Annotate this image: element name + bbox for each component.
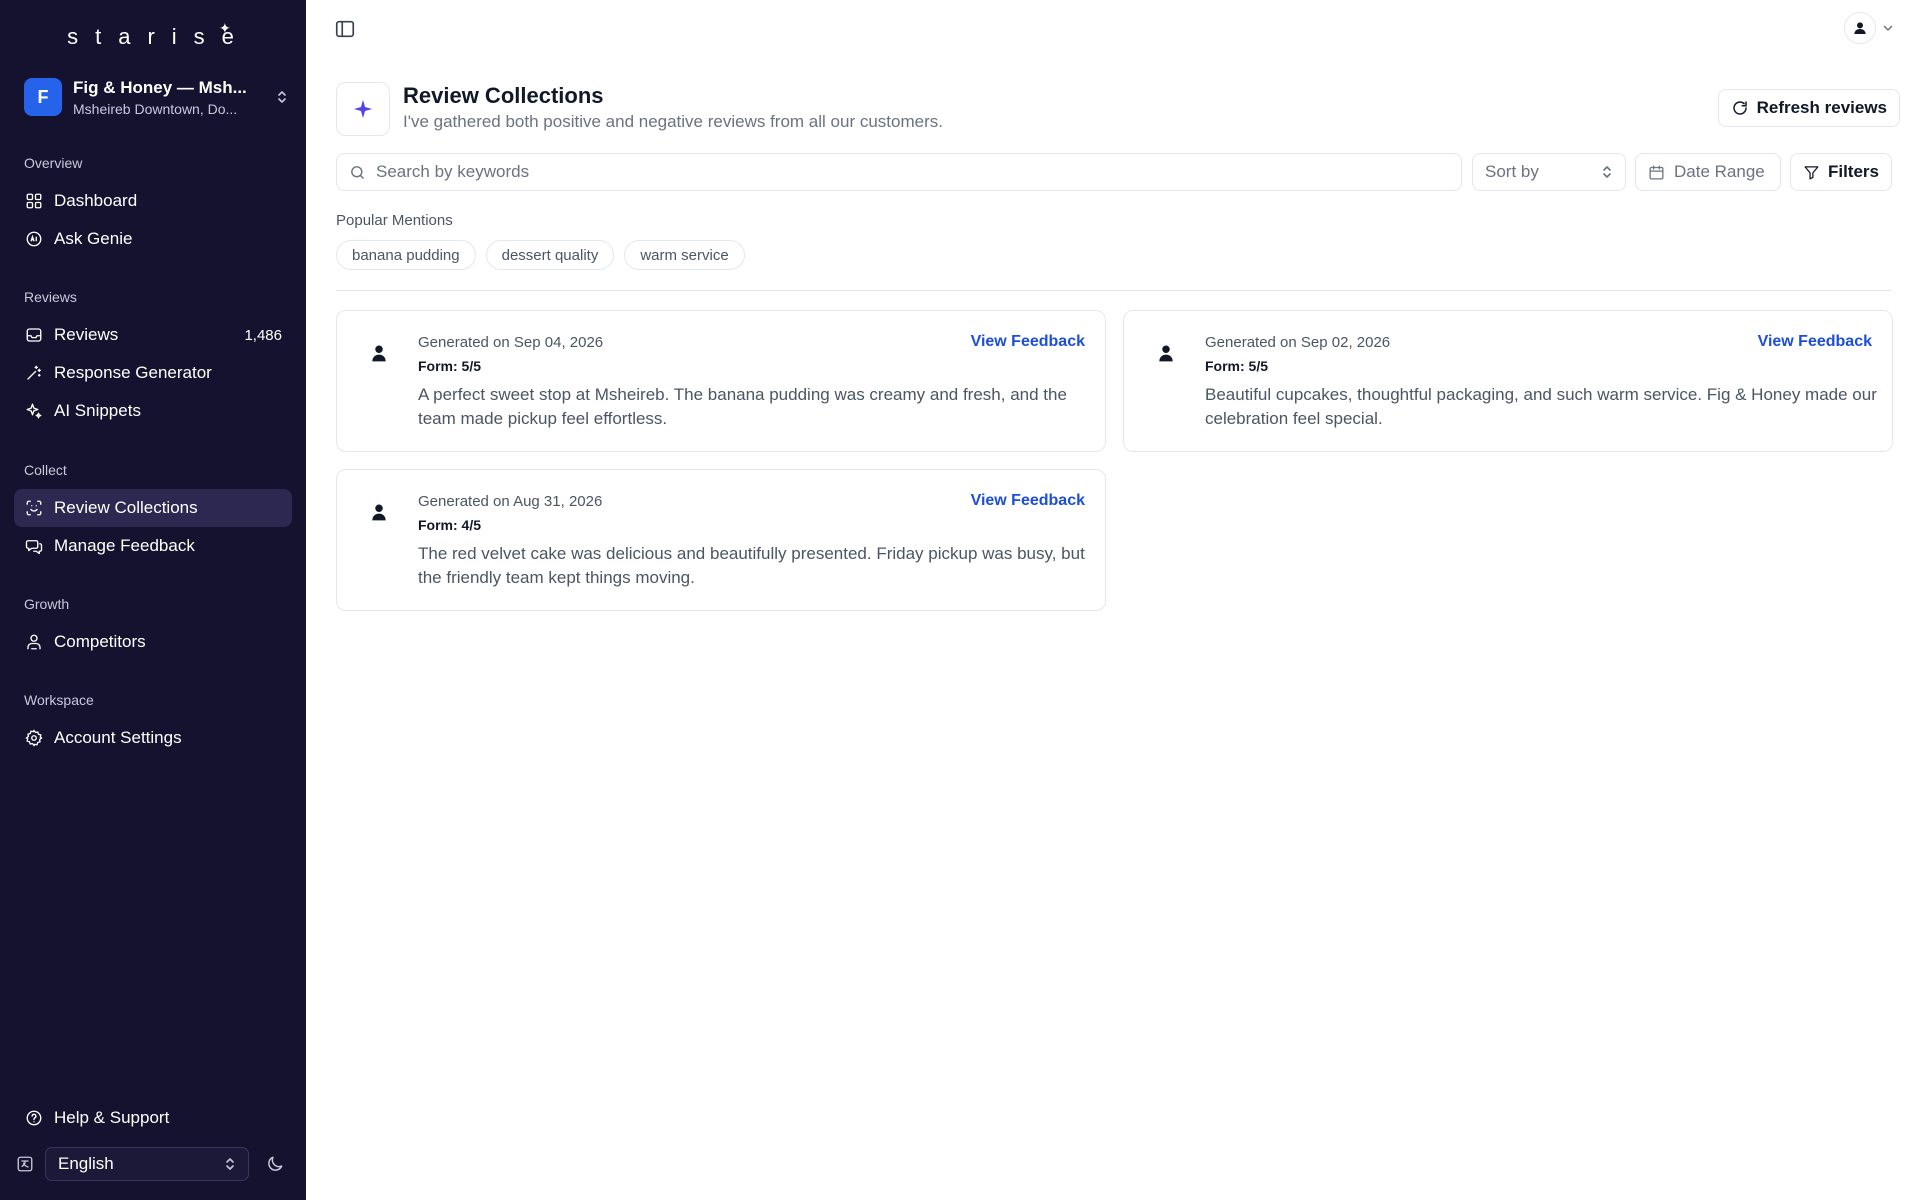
sidebar-item-label: Dashboard [54, 191, 138, 210]
view-feedback-link[interactable]: View Feedback [971, 333, 1085, 351]
feedback-card: Generated on Sep 02, 2026 Form: 5/5 Beau… [1123, 310, 1893, 452]
sidebar-item-label: Ask Genie [54, 229, 133, 248]
user-icon [372, 504, 386, 521]
gear-icon [25, 729, 43, 747]
feedback-text: The red velvet cake was delicious and be… [418, 544, 1085, 587]
brand-logo[interactable]: starise ✦ [0, 20, 306, 50]
search-icon [351, 165, 364, 179]
sparkle-icon [336, 82, 390, 136]
view-feedback-link[interactable]: View Feedback [971, 492, 1085, 510]
user-avatar [1844, 12, 1876, 44]
refresh-reviews-label: Refresh reviews [1756, 98, 1887, 117]
filter-icon [1804, 165, 1819, 179]
page-subtitle: I've gathered both positive and negative… [403, 112, 943, 131]
date-range-label: Date Range [1674, 162, 1765, 181]
sidebar-item-help-support[interactable]: Help & Support [14, 1099, 292, 1137]
sidebar-item-label: Competitors [54, 632, 146, 651]
mention-chip[interactable]: banana pudding [336, 240, 476, 270]
user-icon [372, 345, 386, 362]
sparkles-icon [26, 403, 42, 419]
sort-label: Sort by [1485, 162, 1539, 181]
users-icon [27, 634, 41, 650]
generated-date: Generated on Sep 02, 2026 [1205, 334, 1391, 351]
language-select[interactable]: English [45, 1147, 249, 1181]
translate-icon [17, 1156, 33, 1172]
sidebar-item-ask-genie[interactable]: Ask Genie [14, 220, 292, 258]
scan-face-icon [26, 500, 42, 516]
chevron-up-down-icon [226, 1158, 234, 1170]
page-title: Review Collections [403, 83, 604, 108]
divider [336, 290, 1892, 291]
mention-chip[interactable]: dessert quality [485, 240, 615, 270]
chevron-down-icon [1883, 25, 1893, 32]
sidebar-toggle-icon[interactable] [334, 18, 356, 40]
help-circle-icon [26, 1110, 42, 1126]
section-overview: Overview [24, 155, 83, 171]
sidebar-item-dashboard[interactable]: Dashboard [14, 182, 292, 220]
chevron-up-down-icon [1603, 166, 1611, 178]
ai-chat-icon [26, 231, 42, 247]
search-bar [336, 153, 1462, 191]
sidebar-item-account-settings[interactable]: Account Settings [14, 719, 292, 757]
sidebar-item-competitors[interactable]: Competitors [14, 623, 292, 661]
account-switcher[interactable]: F Fig & Honey — Msh... Msheireb Downtown… [24, 76, 290, 118]
sidebar-item-response-generator[interactable]: Response Generator [14, 354, 292, 392]
feedback-text: A perfect sweet stop at Msheireb. The ba… [418, 385, 1067, 428]
sidebar-item-reviews[interactable]: Reviews 1,486 [14, 316, 292, 354]
sidebar-item-label: Manage Feedback [54, 536, 195, 555]
refresh-reviews-button[interactable]: Refresh reviews [1717, 89, 1900, 127]
date-range-button[interactable]: Date Range [1635, 153, 1781, 191]
sidebar-item-review-collections[interactable]: Review Collections [14, 489, 292, 527]
user-icon [1159, 345, 1173, 362]
generated-date: Generated on Aug 31, 2026 [418, 493, 603, 510]
moon-icon[interactable] [265, 1154, 285, 1174]
chevron-up-down-icon [274, 89, 290, 105]
sidebar-item-label: AI Snippets [54, 401, 141, 420]
mention-chip[interactable]: warm service [624, 240, 745, 270]
sidebar-item-label: Review Collections [54, 498, 198, 517]
form-score: Form: 4/5 [418, 517, 482, 533]
sidebar: starise ✦ F Fig & Honey — Msh... Msheire… [0, 0, 306, 1200]
reviews-count-badge: 1,486 [244, 326, 282, 344]
search-input[interactable] [376, 162, 1449, 182]
section-reviews: Reviews [24, 289, 77, 305]
filters-label: Filters [1827, 162, 1879, 181]
form-score: Form: 5/5 [418, 358, 482, 374]
user-menu[interactable] [1844, 12, 1894, 44]
messages-icon [25, 540, 43, 555]
mention-chips: banana pudding dessert quality warm serv… [336, 240, 745, 270]
account-avatar: F [24, 78, 62, 116]
sidebar-item-label: Account Settings [54, 728, 182, 747]
sidebar-item-manage-feedback[interactable]: Manage Feedback [14, 527, 292, 565]
refresh-icon [1732, 101, 1747, 115]
account-text: Fig & Honey — Msh... Msheireb Downtown, … [73, 78, 274, 117]
form-score: Form: 5/5 [1205, 358, 1269, 374]
feedback-text: Beautiful cupcakes, thoughtful packaging… [1205, 385, 1877, 428]
grid-icon [26, 193, 42, 209]
section-workspace: Workspace [24, 692, 94, 708]
account-name: Fig & Honey — Msh... [73, 77, 247, 97]
sidebar-item-label: Reviews [54, 325, 119, 344]
generated-date: Generated on Sep 04, 2026 [418, 334, 604, 351]
brand-star-icon: ✦ [219, 20, 231, 36]
section-collect: Collect [24, 462, 67, 478]
view-feedback-link[interactable]: View Feedback [1758, 333, 1872, 351]
feedback-card: Generated on Aug 31, 2026 Form: 4/5 The … [336, 469, 1106, 611]
user-icon [1854, 22, 1866, 34]
sidebar-item-label: Help & Support [54, 1108, 170, 1127]
magic-wand-icon [27, 365, 42, 380]
main-content: Review Collections I've gathered both po… [306, 0, 1920, 1200]
feedback-card: Generated on Sep 04, 2026 Form: 5/5 A pe… [336, 310, 1106, 452]
inbox-icon [26, 328, 42, 342]
sidebar-item-ai-snippets[interactable]: AI Snippets [14, 392, 292, 430]
sidebar-item-label: Response Generator [54, 363, 212, 382]
filters-button[interactable]: Filters [1790, 153, 1892, 191]
language-row: English [14, 1147, 292, 1181]
language-value: English [58, 1154, 114, 1173]
account-location: Msheireb Downtown, Do... [73, 100, 238, 117]
section-growth: Growth [24, 596, 70, 612]
popular-mentions-label: Popular Mentions [336, 212, 453, 229]
sort-select[interactable]: Sort by [1472, 153, 1626, 191]
calendar-icon [1649, 164, 1664, 180]
